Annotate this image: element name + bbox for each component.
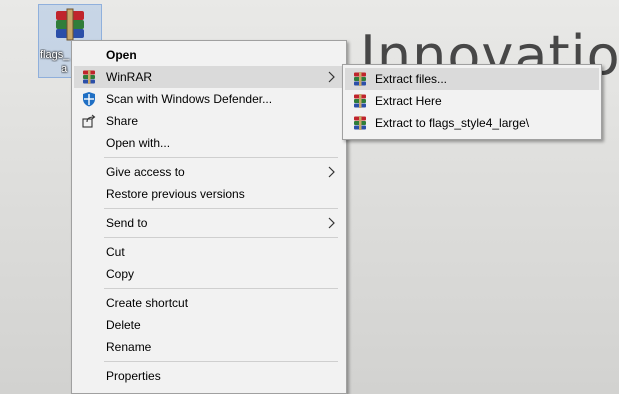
menu-item-label: Delete	[106, 318, 141, 332]
menu-item-label: Rename	[106, 340, 152, 354]
menu-item-label: Send to	[106, 216, 148, 230]
menu-separator	[104, 208, 338, 209]
winrar-extract-icon	[354, 116, 366, 130]
winrar-archive-icon	[56, 8, 84, 41]
menu-item-give-access[interactable]: Give access to	[74, 161, 344, 183]
menu-item-label: Open	[106, 48, 137, 62]
submenu-item-label: Extract to flags_style4_large\	[375, 116, 530, 130]
menu-item-label: Give access to	[106, 165, 185, 179]
submenu-item-extract-files[interactable]: Extract files...	[345, 68, 599, 90]
menu-item-label: Scan with Windows Defender...	[106, 92, 273, 106]
menu-separator	[104, 157, 338, 158]
winrar-submenu: Extract files... Extract Here Extract to…	[342, 64, 602, 140]
menu-item-winrar[interactable]: WinRAR	[74, 66, 344, 88]
menu-item-label: Share	[106, 114, 139, 128]
menu-item-open-with[interactable]: Open with...	[74, 132, 344, 154]
chevron-right-icon	[328, 166, 335, 178]
menu-item-scan-defender[interactable]: Scan with Windows Defender...	[74, 88, 344, 110]
menu-item-share[interactable]: Share	[74, 110, 344, 132]
winrar-extract-icon	[354, 94, 366, 108]
menu-item-label: Restore previous versions	[106, 187, 245, 201]
chevron-right-icon	[328, 71, 335, 83]
submenu-item-label: Extract files...	[375, 72, 448, 86]
windows-defender-icon	[83, 92, 95, 107]
menu-item-label: Properties	[106, 369, 161, 383]
menu-item-cut[interactable]: Cut	[74, 241, 344, 263]
menu-separator	[104, 288, 338, 289]
context-menu: Open WinRAR Scan with Windows Defender..…	[71, 40, 347, 394]
menu-item-restore-previous[interactable]: Restore previous versions	[74, 183, 344, 205]
menu-item-label: Open with...	[106, 136, 171, 150]
menu-item-label: Copy	[106, 267, 135, 281]
submenu-item-extract-to-folder[interactable]: Extract to flags_style4_large\	[345, 112, 599, 134]
menu-item-send-to[interactable]: Send to	[74, 212, 344, 234]
winrar-icon	[83, 70, 95, 84]
menu-item-rename[interactable]: Rename	[74, 336, 344, 358]
submenu-item-label: Extract Here	[375, 94, 442, 108]
menu-item-label: Create shortcut	[106, 296, 189, 310]
menu-item-copy[interactable]: Copy	[74, 263, 344, 285]
submenu-item-extract-here[interactable]: Extract Here	[345, 90, 599, 112]
menu-item-label: WinRAR	[106, 70, 153, 84]
winrar-extract-icon	[354, 72, 366, 86]
menu-separator	[104, 361, 338, 362]
menu-item-create-shortcut[interactable]: Create shortcut	[74, 292, 344, 314]
menu-separator	[104, 237, 338, 238]
menu-item-open[interactable]: Open	[74, 44, 344, 66]
chevron-right-icon	[328, 217, 335, 229]
menu-item-delete[interactable]: Delete	[74, 314, 344, 336]
menu-item-properties[interactable]: Properties	[74, 365, 344, 387]
menu-item-label: Cut	[106, 245, 125, 259]
share-icon	[82, 114, 96, 128]
